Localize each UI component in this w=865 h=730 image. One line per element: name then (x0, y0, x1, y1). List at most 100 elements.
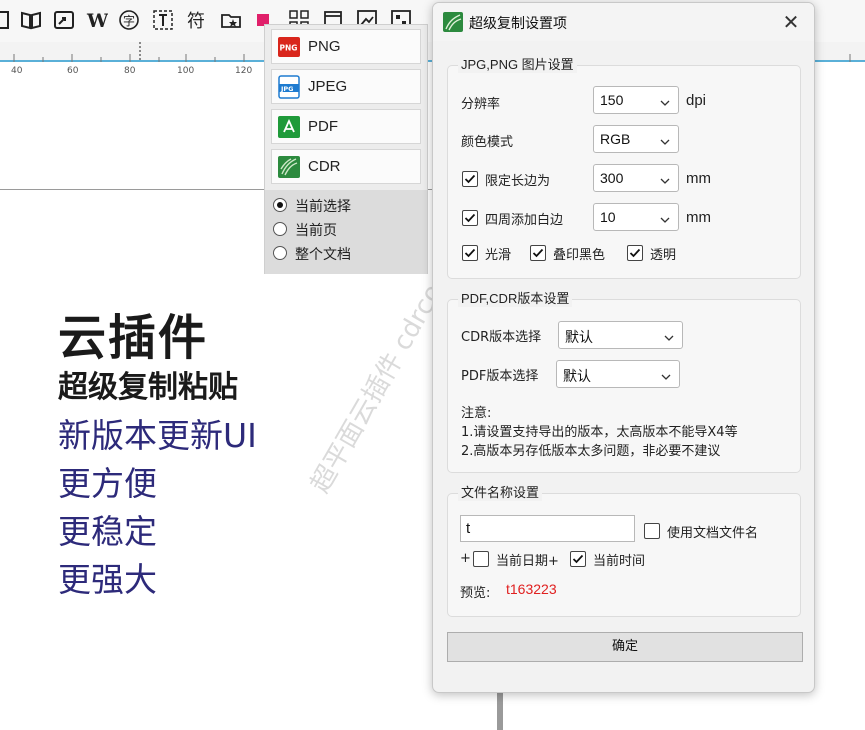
ruler-label: 80 (124, 66, 136, 76)
radio-button[interactable] (273, 246, 287, 260)
chevron-down-icon (663, 329, 675, 341)
overprint-black-checkbox[interactable] (530, 245, 546, 261)
svg-text:字: 字 (123, 13, 135, 28)
radio-button[interactable] (273, 198, 287, 212)
character-icon[interactable]: 字 (118, 9, 140, 31)
add-margin-unit: mm (686, 209, 711, 226)
limit-long-edge-value: 300 (600, 170, 624, 186)
version-settings-group: PDF,CDR版本设置 CDR版本选择 默认 PDF版本选择 默认 注意: 1.… (447, 288, 801, 473)
limit-long-edge-select[interactable]: 300 (593, 164, 679, 192)
smooth-label: 光滑 (485, 248, 512, 263)
use-document-name-checkbox[interactable] (644, 523, 660, 539)
svg-text:JPG: JPG (280, 85, 294, 93)
add-margin-checkbox[interactable] (462, 210, 478, 226)
settings-dialog: 超级复制设置项 ✕ JPG,PNG 图片设置 分辨率 150 dpi 颜色模式 … (432, 2, 815, 693)
word-icon[interactable]: W (86, 9, 108, 31)
chevron-down-icon (659, 94, 671, 106)
limit-long-edge-unit: mm (686, 170, 711, 187)
cdr-file-icon (277, 155, 301, 179)
plus-sign: + (460, 551, 471, 566)
ok-button[interactable]: 确定 (447, 632, 803, 662)
dialog-title: 超级复制设置项 (469, 16, 567, 32)
text-frame-icon[interactable] (152, 9, 174, 31)
filename-value: t (466, 520, 471, 537)
preview-value: t163223 (506, 581, 557, 597)
cdr-version-value: 默认 (565, 329, 593, 345)
format-pdf-item[interactable]: PDF (271, 109, 421, 144)
book-icon[interactable] (20, 9, 42, 31)
limit-long-edge-label: 限定长边为 (485, 174, 551, 189)
chevron-down-icon (659, 211, 671, 223)
filename-input[interactable]: t (460, 515, 635, 542)
note-line: 1.请设置支持导出的版本，太高版本不能导X4等 (461, 425, 738, 440)
svg-text:符: 符 (187, 11, 205, 31)
transform-icon[interactable] (53, 9, 75, 31)
format-png-item[interactable]: PNG PNG (271, 29, 421, 64)
pdf-version-label: PDF版本选择 (461, 369, 539, 384)
export-scope-options: 当前选择 当前页 整个文档 (265, 190, 427, 274)
jpeg-file-icon: JPG (277, 75, 301, 99)
current-time-checkbox[interactable] (570, 551, 586, 567)
format-label: CDR (308, 158, 341, 175)
color-mode-label: 颜色模式 (461, 135, 514, 150)
limit-long-edge-checkbox[interactable] (462, 171, 478, 187)
ruler-label: 60 (67, 66, 79, 76)
current-time-label: 当前时间 (593, 554, 646, 569)
image-settings-group: JPG,PNG 图片设置 分辨率 150 dpi 颜色模式 RGB 限定长边为 … (447, 54, 801, 279)
scope-label: 当前页 (295, 223, 337, 239)
add-margin-select[interactable]: 10 (593, 203, 679, 231)
promo-subtitle: 超级复制粘贴 (58, 370, 238, 405)
current-date-checkbox[interactable] (473, 551, 489, 567)
resolution-unit: dpi (686, 92, 707, 109)
svg-text:W: W (86, 10, 108, 31)
pdf-version-select[interactable]: 默认 (556, 360, 680, 388)
add-margin-value: 10 (600, 209, 616, 225)
pdf-file-icon (277, 115, 301, 139)
app-window: W 字 符 40 60 80 100 120 PNG PNG JPG JPEG … (0, 0, 865, 730)
use-document-name-label: 使用文档文件名 (667, 526, 759, 541)
color-mode-select[interactable]: RGB (593, 125, 679, 153)
resolution-value: 150 (600, 92, 624, 108)
transparent-label: 透明 (650, 248, 677, 263)
cdr-version-label: CDR版本选择 (461, 330, 542, 345)
format-jpeg-item[interactable]: JPG JPEG (271, 69, 421, 104)
promo-line: 更强大 (58, 560, 157, 599)
folder-star-icon[interactable] (220, 9, 242, 31)
format-cdr-item[interactable]: CDR (271, 149, 421, 184)
pdf-version-value: 默认 (563, 368, 591, 384)
scope-label: 当前选择 (295, 199, 351, 215)
frame-icon[interactable] (0, 9, 14, 31)
ruler-label: 40 (11, 66, 23, 76)
filename-settings-group: 文件名称设置 t 使用文档文件名 + 当前日期+ 当前时间 预览: t16322… (447, 482, 801, 617)
cdr-version-select[interactable]: 默认 (558, 321, 683, 349)
promo-line: 更稳定 (58, 512, 157, 551)
resolution-label: 分辨率 (461, 97, 501, 112)
scope-label: 整个文档 (295, 247, 351, 263)
transparent-checkbox[interactable] (627, 245, 643, 261)
promo-title: 云插件 (58, 310, 209, 366)
group-title: 文件名称设置 (458, 482, 543, 501)
resolution-select[interactable]: 150 (593, 86, 679, 114)
note-line: 2.高版本另存低版本太多问题，非必要不建议 (461, 444, 721, 459)
chevron-down-icon (659, 133, 671, 145)
chevron-down-icon (659, 172, 671, 184)
close-icon[interactable]: ✕ (776, 7, 806, 37)
svg-text:PNG: PNG (280, 44, 298, 53)
ruler-label: 100 (177, 66, 195, 76)
symbol-icon[interactable]: 符 (186, 9, 208, 31)
radio-button[interactable] (273, 222, 287, 236)
format-label: PDF (308, 118, 338, 135)
format-label: PNG (308, 38, 341, 55)
page-border (497, 690, 503, 730)
export-format-menu: PNG PNG JPG JPEG PDF CDR 当前选择 当前页 整个文档 (264, 24, 428, 274)
promo-line: 更方便 (58, 464, 157, 503)
color-mode-value: RGB (600, 131, 631, 147)
overprint-black-label: 叠印黑色 (553, 248, 606, 263)
preview-label: 预览: (460, 586, 491, 601)
png-file-icon: PNG (277, 35, 301, 59)
add-margin-label: 四周添加白边 (485, 213, 564, 228)
dialog-titlebar[interactable]: 超级复制设置项 ✕ (433, 3, 814, 41)
smooth-checkbox[interactable] (462, 245, 478, 261)
format-label: JPEG (308, 78, 348, 95)
group-title: JPG,PNG 图片设置 (458, 54, 577, 73)
